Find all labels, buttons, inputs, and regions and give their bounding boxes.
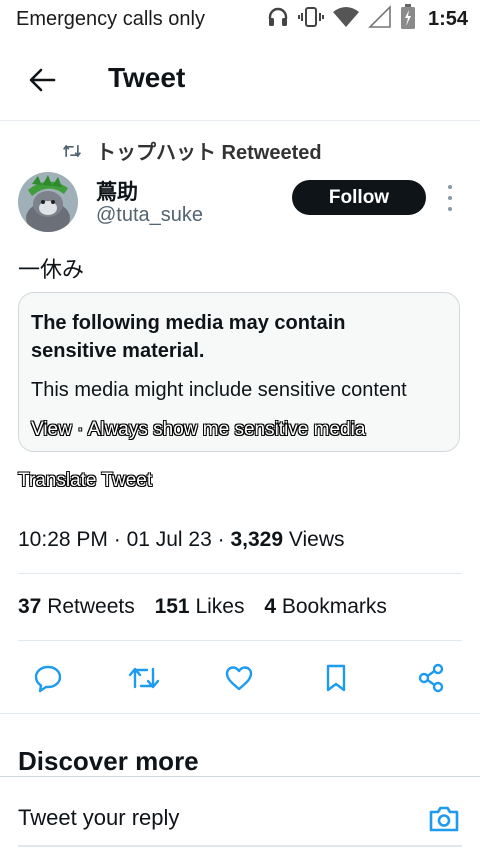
divider [18,640,462,641]
discover-more-heading: Discover more [18,746,199,776]
retweets-stat[interactable]: 37 Retweets [18,595,135,618]
retweeted-by-label: トップハット Retweeted [96,142,322,164]
signal-icon [368,4,392,34]
headset-icon [266,5,290,34]
status-bar: Emergency calls only 1:54 [0,0,480,38]
tweet-date[interactable]: 01 Jul 23 [127,528,212,551]
retweet-context[interactable]: トップハット Retweeted [62,136,322,165]
wifi-icon [332,5,360,34]
view-media-link[interactable]: View [31,419,73,441]
arrow-left-icon [29,68,56,92]
separator-dot: · [71,419,88,441]
divider [18,573,462,574]
clock: 1:54 [427,7,468,30]
like-icon[interactable] [219,658,259,698]
views-count: 3,329 [230,528,284,551]
bookmarks-stat[interactable]: 4 Bookmarks [264,595,387,618]
carrier-text: Emergency calls only [16,8,205,30]
reply-underline [18,845,462,847]
sensitive-actions: View · Always show me sensitive media [31,419,366,441]
sensitive-warning-body: This media might include sensitive conte… [31,379,407,401]
app-header: Tweet [0,40,480,121]
avatar[interactable] [18,172,78,232]
always-show-sensitive-link[interactable]: Always show me sensitive media [87,419,366,441]
tweet-stats: 37 Retweets 151 Likes 4 Bookmarks [18,595,401,619]
status-icons: 1:54 [266,3,468,35]
sensitive-media-warning: The following media may contain sensitiv… [18,292,460,452]
tweet-text: 一休み [18,257,85,282]
more-options-icon[interactable] [440,185,460,211]
tweet-meta: 10:28 PM · 01 Jul 23 · 3,329 Views [18,528,345,551]
retweet-icon [63,144,81,157]
views-label: Views [283,528,345,551]
vibrate-icon [297,5,324,34]
share-icon[interactable] [411,658,451,698]
camera-icon[interactable] [426,801,462,837]
tweet-actions [0,658,480,698]
tweet-time[interactable]: 10:28 PM [18,528,108,551]
bookmark-icon[interactable] [316,658,356,698]
likes-stat[interactable]: 151 Likes [155,595,245,618]
battery-charging-icon [400,3,416,35]
back-button[interactable] [22,60,62,100]
reply-input[interactable]: Tweet your reply [18,805,179,831]
follow-button[interactable]: Follow [292,180,426,215]
section-separator [0,713,480,722]
author-name[interactable]: 蔦助 [96,176,138,206]
sensitive-warning-title: The following media may contain sensitiv… [31,312,346,362]
reply-bar: Tweet your reply [0,776,480,855]
translate-tweet-link[interactable]: Translate Tweet [17,470,152,492]
reply-icon[interactable] [28,658,68,698]
page-title: Tweet [108,62,186,93]
author-handle[interactable]: @tuta_suke [96,204,203,227]
retweet-icon[interactable] [124,658,164,698]
